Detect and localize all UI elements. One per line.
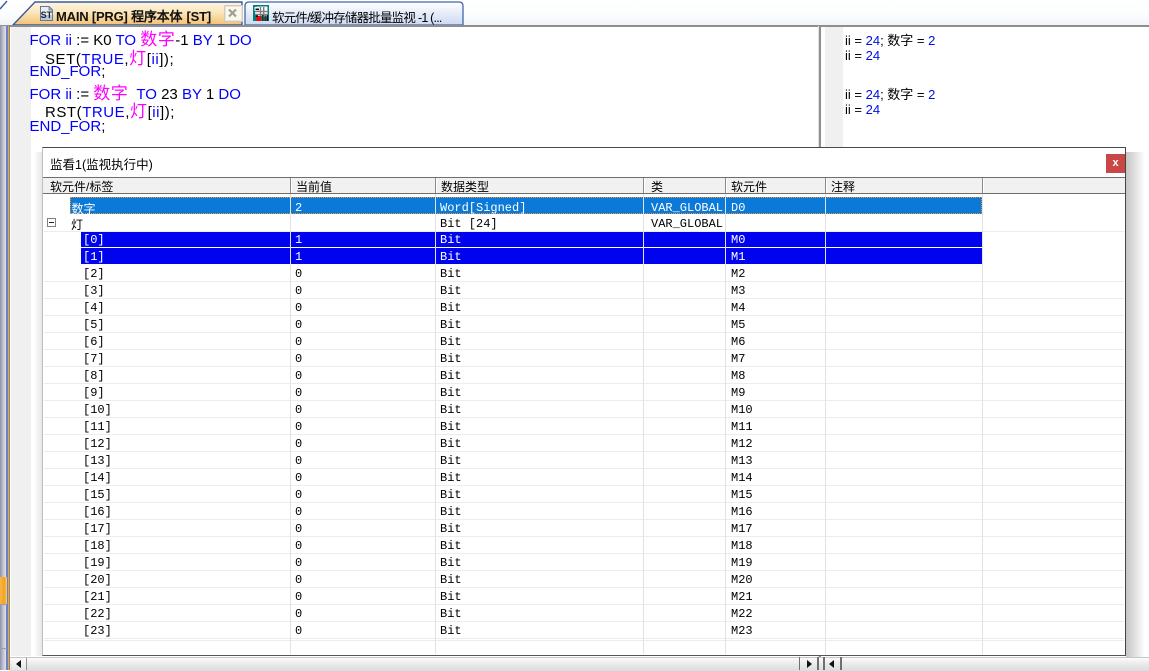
svg-text:ST: ST	[41, 10, 53, 20]
